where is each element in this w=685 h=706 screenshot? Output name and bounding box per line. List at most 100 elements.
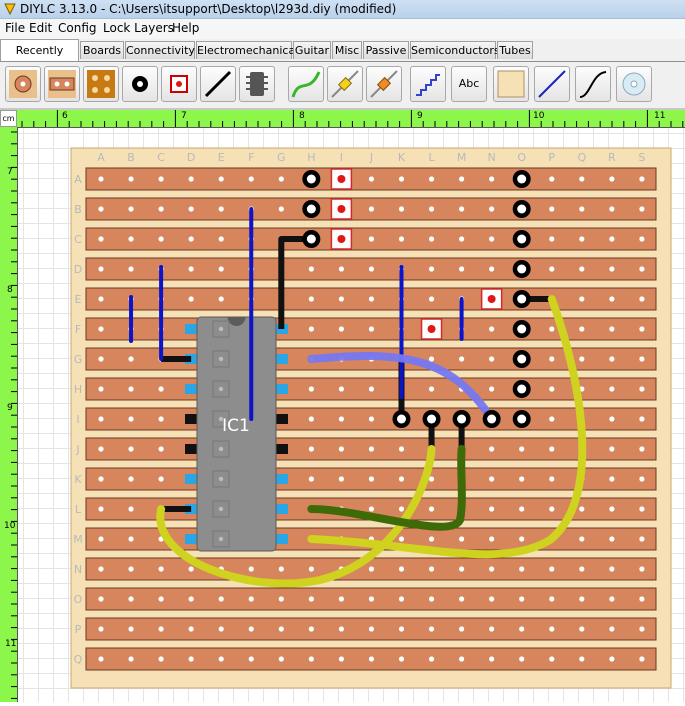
h-ruler-label-8: 8 — [299, 111, 305, 121]
strip-hole — [368, 326, 375, 332]
menu-help[interactable]: Help — [172, 21, 199, 35]
strip-hole — [308, 386, 314, 392]
h-ruler-label-9: 9 — [417, 111, 423, 121]
strip-hole — [98, 266, 104, 272]
strip-hole — [428, 296, 435, 302]
rectangle-tool-button[interactable] — [493, 66, 529, 102]
v-ruler-label-7: 7 — [7, 167, 13, 177]
strip-hole — [489, 176, 495, 182]
trace-tool-button[interactable] — [410, 66, 446, 102]
menu-file[interactable]: File — [5, 21, 25, 35]
strip-hole — [308, 596, 314, 602]
tab-guitar[interactable]: Guitar — [293, 41, 331, 59]
strip-hole — [609, 506, 615, 512]
strip-hole — [308, 566, 314, 572]
strip-hole — [338, 266, 344, 272]
strip-hole — [489, 266, 495, 272]
ic-pin — [276, 354, 288, 364]
resistor-yellow-tool-button[interactable] — [327, 66, 363, 102]
strip-hole — [579, 326, 585, 332]
dual-pad-tool-button[interactable] — [44, 66, 80, 102]
curve-icon — [579, 71, 607, 98]
square-pad-tool-button[interactable] — [161, 66, 197, 102]
eyelet-tool-button[interactable] — [122, 66, 158, 102]
ic-pin — [185, 414, 197, 424]
menu-lock-layers[interactable]: Lock Layers — [103, 21, 174, 35]
text-label-tool-button[interactable]: Abc — [451, 66, 487, 102]
strip-hole — [98, 356, 104, 362]
column-label: E — [218, 151, 225, 164]
ic-pin — [276, 504, 288, 514]
strip-hole — [579, 536, 585, 542]
disc-tool-button[interactable] — [616, 66, 652, 102]
strip-hole — [639, 656, 645, 662]
strip-hole — [639, 266, 645, 272]
strip-hole — [549, 236, 555, 242]
tab-passive[interactable]: Passive — [363, 41, 409, 59]
strip-hole — [459, 536, 465, 542]
strip-hole — [308, 476, 314, 482]
tab-connectivity[interactable]: Connectivity — [125, 41, 195, 59]
dip-ic-tool-button[interactable] — [239, 66, 275, 102]
row-label: C — [74, 233, 82, 246]
hookup-wire-tool-button[interactable] — [288, 66, 324, 102]
eyelet-hole — [487, 414, 497, 424]
tab-recently-used[interactable]: Recently Used — [0, 39, 79, 79]
strip-hole — [368, 266, 375, 272]
strip-hole — [278, 656, 284, 662]
strip-hole — [128, 236, 134, 242]
strip-hole — [609, 536, 615, 542]
stripboard-layout[interactable]: A B C D E F G H I J K L M N O P Q R S A B C D E F G H I J K L M N O P Q IC1 — [18, 128, 685, 702]
column-label: D — [187, 151, 195, 164]
vertical-ruler: 7 8 9 10 11 — [0, 127, 18, 702]
strip-hole — [98, 326, 104, 332]
strip-hole — [489, 536, 495, 542]
strip-hole — [308, 446, 314, 452]
column-label: G — [277, 151, 286, 164]
ic-pin-hole — [218, 506, 224, 512]
square-pad-center — [427, 325, 436, 333]
strip-hole — [428, 356, 435, 362]
eyelet-hole — [517, 414, 527, 424]
strip-hole — [519, 476, 525, 482]
app-logo-icon — [4, 3, 16, 16]
curve-tool-button[interactable] — [575, 66, 611, 102]
strip-hole — [218, 656, 224, 662]
strip-hole — [609, 326, 615, 332]
strip-hole — [398, 206, 405, 212]
rectangle-shape-icon — [497, 70, 525, 98]
strip-hole — [609, 236, 615, 242]
strip-hole — [308, 626, 314, 632]
resistor-orange-tool-button[interactable] — [366, 66, 402, 102]
strip-hole — [549, 596, 555, 602]
jumper-wire-icon — [204, 70, 232, 98]
ic-pin-hole — [218, 446, 224, 452]
ruler-unit-toggle[interactable]: cm — [0, 110, 17, 127]
tab-tubes[interactable]: Tubes — [497, 41, 533, 59]
column-label: C — [157, 151, 165, 164]
strip-hole — [218, 596, 224, 602]
strip-hole — [459, 266, 465, 272]
column-label: R — [608, 151, 616, 164]
line-tool-button[interactable] — [534, 66, 570, 102]
strip-hole — [489, 656, 495, 662]
ic-pin — [276, 444, 288, 454]
square-pad-center — [337, 205, 346, 213]
ic-pin-hole — [218, 386, 224, 392]
tab-misc[interactable]: Misc — [332, 41, 362, 59]
strip-hole — [218, 236, 224, 242]
strip-hole — [549, 446, 555, 452]
menu-config[interactable]: Config — [58, 21, 97, 35]
drawing-canvas[interactable]: A B C D E F G H I J K L M N O P Q R S A B C D E F G H I J K L M N O P Q IC1 — [18, 128, 685, 702]
tab-semiconductors[interactable]: Semiconductors — [410, 41, 500, 59]
row-label: O — [74, 593, 83, 606]
pad-grid-tool-button[interactable] — [83, 66, 119, 102]
menu-edit[interactable]: Edit — [29, 21, 52, 35]
round-pad-icon — [9, 70, 37, 98]
strip-hole — [579, 206, 585, 212]
strip-hole — [338, 626, 344, 632]
tab-boards[interactable]: Boards — [80, 41, 124, 59]
round-pad-tool-button[interactable] — [5, 66, 41, 102]
tab-electromechanical[interactable]: Electromechanical — [196, 41, 298, 59]
jumper-wire-tool-button[interactable] — [200, 66, 236, 102]
